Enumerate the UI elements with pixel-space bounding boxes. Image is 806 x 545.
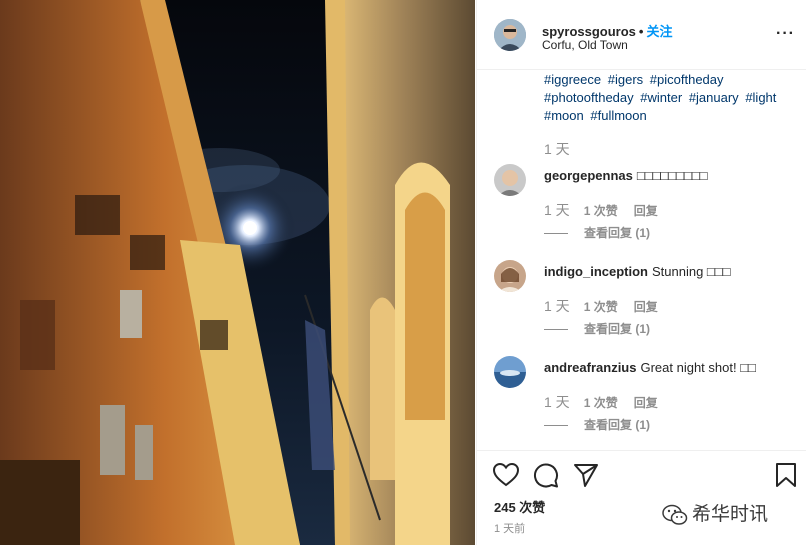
commenter-avatar[interactable] xyxy=(494,356,526,388)
hashtag[interactable]: #winter xyxy=(640,90,682,105)
hashtag[interactable]: #picoftheday xyxy=(650,72,724,87)
reply-button[interactable]: 回复 xyxy=(634,204,658,218)
bookmark-icon[interactable] xyxy=(772,461,800,489)
hashtag[interactable]: #iggreece xyxy=(544,72,601,87)
comment-item: andreafranzius Great night shot! □□ 1 天1 … xyxy=(477,356,806,452)
night-street-photo xyxy=(0,0,475,545)
comment-body: Stunning □□□ xyxy=(652,264,731,279)
view-replies-button[interactable]: 查看回复 (1) xyxy=(544,416,650,433)
wechat-icon xyxy=(662,504,688,525)
view-replies-button[interactable]: 查看回复 (1) xyxy=(544,224,650,241)
comment-username[interactable]: indigo_inception xyxy=(544,264,648,279)
comment-body: □□□□□□□□□ xyxy=(636,168,708,183)
reply-button[interactable]: 回复 xyxy=(634,396,658,410)
comment-likes[interactable]: 1 次赞 xyxy=(584,300,618,314)
comment-likes[interactable]: 1 次赞 xyxy=(584,204,618,218)
replies-divider xyxy=(544,329,568,331)
comment-time: 1 天 xyxy=(544,394,570,410)
post-actions: 245 次赞 1 天前 希华时讯 xyxy=(477,450,806,545)
commenter-avatar-image xyxy=(494,356,526,388)
commenter-avatar[interactable] xyxy=(494,164,526,196)
hashtag[interactable]: #fullmoon xyxy=(590,108,646,123)
post-header: spyrossgouros • 关注 Corfu, Old Town ··· xyxy=(477,0,806,70)
view-replies-label: 查看回复 (1) xyxy=(584,418,651,432)
author-avatar[interactable] xyxy=(494,19,526,51)
post-photo[interactable] xyxy=(0,0,475,545)
comment-time: 1 天 xyxy=(544,202,570,218)
author-avatar-image xyxy=(494,19,526,51)
comment-meta: 1 天 1 次赞 回复 xyxy=(544,296,658,316)
heart-icon[interactable] xyxy=(492,461,520,489)
view-replies-label: 查看回复 (1) xyxy=(584,226,651,240)
replies-divider xyxy=(544,233,568,235)
watermark: 希华时讯 xyxy=(662,499,768,526)
commenter-avatar[interactable] xyxy=(494,260,526,292)
comment-item: indigo_inception Stunning □□□ 1 天 1 次赞 回复 查… xyxy=(477,260,806,356)
hashtag[interactable]: #igers xyxy=(608,72,643,87)
instagram-post-view: spyrossgouros • 关注 Corfu, Old Town ··· #ig… xyxy=(0,0,806,545)
hashtag[interactable]: #moon xyxy=(544,108,584,123)
hashtag[interactable]: #light xyxy=(745,90,776,105)
comment-text: andreafranzius Great night shot! □□ xyxy=(544,360,756,375)
post-caption: #iggreece #igers #picoftheday #photoofth… xyxy=(544,71,794,125)
replies-divider xyxy=(544,425,568,427)
view-replies-button[interactable]: 查看回复 (1) xyxy=(544,320,650,337)
comment-body: Great night shot! □□ xyxy=(640,360,756,375)
comment-time: 1 天 xyxy=(544,298,570,314)
separator-dot: • xyxy=(638,24,644,39)
hashtag[interactable]: #photooftheday xyxy=(544,90,634,105)
comment-meta: 1 天 1 次赞 回复 xyxy=(544,200,658,220)
comment-meta: 1 天 1 次赞 回复 xyxy=(544,392,658,412)
hashtag[interactable]: #january xyxy=(689,90,739,105)
more-options-icon[interactable]: ··· xyxy=(776,25,795,43)
comment-username[interactable]: andreafranzius xyxy=(544,360,636,375)
reply-button[interactable]: 回复 xyxy=(634,300,658,314)
likes-count[interactable]: 245 次赞 xyxy=(494,497,545,516)
commenter-avatar-image xyxy=(494,260,526,292)
comment-item: georgepennas □□□□□□□□□ 1 天 1 次赞 回复 查看回复 (1) xyxy=(477,164,806,260)
caption-time: 1 天 xyxy=(544,141,570,157)
follow-button[interactable]: 关注 xyxy=(646,24,672,39)
watermark-text: 希华时讯 xyxy=(692,504,769,525)
comment-text: georgepennas □□□□□□□□□ xyxy=(544,168,708,183)
comment-username[interactable]: georgepennas xyxy=(544,168,633,183)
post-time: 1 天前 xyxy=(494,523,526,535)
comment-text: indigo_inception Stunning □□□ xyxy=(544,264,731,279)
post-location[interactable]: Corfu, Old Town xyxy=(542,38,628,52)
post-side-panel: spyrossgouros • 关注 Corfu, Old Town ··· #ig… xyxy=(476,0,806,545)
commenter-avatar-image xyxy=(494,164,526,196)
comment-likes[interactable]: 1 次赞 xyxy=(584,396,618,410)
view-replies-label: 查看回复 (1) xyxy=(584,322,651,336)
author-username[interactable]: spyrossgouros xyxy=(542,24,636,39)
comment-icon[interactable] xyxy=(532,461,560,489)
send-icon[interactable] xyxy=(572,461,600,489)
